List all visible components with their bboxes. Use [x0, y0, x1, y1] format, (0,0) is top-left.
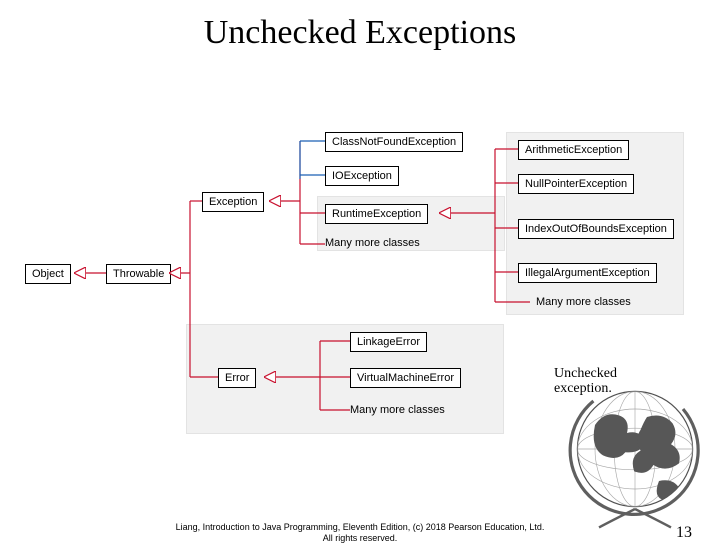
slide-title: Unchecked Exceptions: [0, 14, 720, 52]
footer: Liang, Introduction to Java Programming,…: [0, 522, 720, 544]
footer-line1: Liang, Introduction to Java Programming,…: [176, 522, 545, 532]
node-more3: Many more classes: [350, 404, 445, 416]
node-runtime: RuntimeException: [325, 204, 428, 224]
node-nullpointer: NullPointerException: [518, 174, 634, 194]
footer-line2: All rights reserved.: [323, 533, 398, 543]
node-more2: Many more classes: [536, 296, 631, 308]
node-io: IOException: [325, 166, 399, 186]
node-exception: Exception: [202, 192, 264, 212]
node-illegalarg: IllegalArgumentException: [518, 263, 657, 283]
node-more1: Many more classes: [325, 237, 420, 249]
node-arithmetic: ArithmeticException: [518, 140, 629, 160]
node-error: Error: [218, 368, 256, 388]
node-indexoob: IndexOutOfBoundsException: [518, 219, 674, 239]
node-classnotfound: ClassNotFoundException: [325, 132, 463, 152]
page-number: 13: [676, 524, 692, 542]
node-throwable: Throwable: [106, 264, 171, 284]
globe-icon: [555, 369, 715, 529]
node-linkage: LinkageError: [350, 332, 427, 352]
node-object: Object: [25, 264, 71, 284]
node-vm: VirtualMachineError: [350, 368, 461, 388]
